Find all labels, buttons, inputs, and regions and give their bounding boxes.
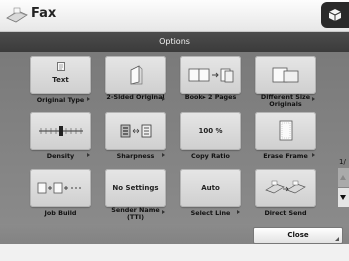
fax-icon bbox=[6, 7, 28, 23]
caret-icon bbox=[312, 97, 315, 101]
scroll-down-button[interactable] bbox=[338, 188, 349, 207]
app-title: Fax bbox=[31, 6, 57, 21]
2-sided-original-button[interactable] bbox=[105, 56, 166, 94]
different-size-originals-icon bbox=[255, 64, 316, 86]
corner-marker-icon bbox=[335, 237, 339, 241]
status-strip bbox=[0, 244, 349, 261]
copy-ratio-value: 100 % bbox=[198, 127, 223, 135]
direct-send-icon bbox=[255, 177, 316, 199]
copy-ratio-button[interactable]: 100 % bbox=[180, 112, 241, 150]
book-to-pages-icon bbox=[180, 64, 241, 86]
arrow-down-icon bbox=[340, 195, 346, 200]
close-button[interactable]: Close bbox=[253, 227, 343, 244]
erase-frame-label: Erase Frame bbox=[263, 152, 308, 160]
density-label: Density bbox=[46, 152, 75, 160]
sender-name-tti-value: No Settings bbox=[112, 184, 159, 192]
caret-icon bbox=[312, 153, 315, 157]
job-build-icon bbox=[30, 177, 91, 199]
original-type-label: Original Type bbox=[36, 96, 85, 104]
page-indicator: 1/ bbox=[339, 158, 346, 166]
different-size-originals-button[interactable] bbox=[255, 56, 316, 94]
sender-name-tti-label: Sender Name (TTI) bbox=[111, 206, 160, 221]
different-size-originals-label: Different Size Originals bbox=[260, 93, 311, 108]
job-build-button[interactable] bbox=[30, 169, 91, 207]
density-button[interactable] bbox=[30, 112, 91, 150]
title-bar: Fax bbox=[0, 0, 349, 32]
options-header: Options bbox=[0, 32, 349, 52]
original-type-button[interactable]: Text bbox=[30, 56, 91, 94]
copy-ratio-label: Copy Ratio bbox=[191, 152, 230, 160]
caret-icon bbox=[162, 153, 165, 157]
direct-send-button[interactable] bbox=[255, 169, 316, 207]
original-type-value: Text bbox=[52, 76, 69, 84]
select-line-value: Auto bbox=[201, 184, 220, 192]
caret-icon bbox=[162, 97, 165, 101]
scroll-up-button[interactable] bbox=[338, 168, 349, 187]
erase-frame-icon bbox=[255, 118, 316, 144]
2-sided-original-label: 2-Sided Original bbox=[106, 93, 165, 101]
erase-frame-button[interactable] bbox=[255, 112, 316, 150]
2-sided-document-icon bbox=[105, 62, 166, 88]
sharpness-label: Sharpness bbox=[116, 152, 155, 160]
book-2-pages-button[interactable] bbox=[180, 56, 241, 94]
book-2-pages-label: Book▸ 2 Pages bbox=[184, 93, 237, 101]
sharpness-button[interactable] bbox=[105, 112, 166, 150]
select-line-label: Select Line bbox=[190, 209, 231, 217]
direct-send-label: Direct Send bbox=[264, 209, 307, 217]
density-slider-icon bbox=[30, 122, 91, 140]
caret-icon bbox=[237, 210, 240, 214]
cube-icon bbox=[328, 9, 342, 21]
corner-menu-button[interactable] bbox=[321, 2, 349, 28]
job-build-label: Job Build bbox=[44, 209, 77, 217]
caret-icon bbox=[87, 97, 90, 101]
close-label: Close bbox=[287, 231, 309, 239]
sharpness-icon bbox=[105, 120, 166, 142]
arrow-up-icon bbox=[340, 175, 346, 180]
sender-name-tti-button[interactable]: No Settings bbox=[105, 169, 166, 207]
select-line-button[interactable]: Auto bbox=[180, 169, 241, 207]
options-panel: Text Original Type 2-Sided Original Book… bbox=[0, 52, 349, 224]
caret-icon bbox=[87, 153, 90, 157]
bottom-bar: Close bbox=[0, 224, 349, 261]
caret-icon bbox=[162, 210, 165, 214]
